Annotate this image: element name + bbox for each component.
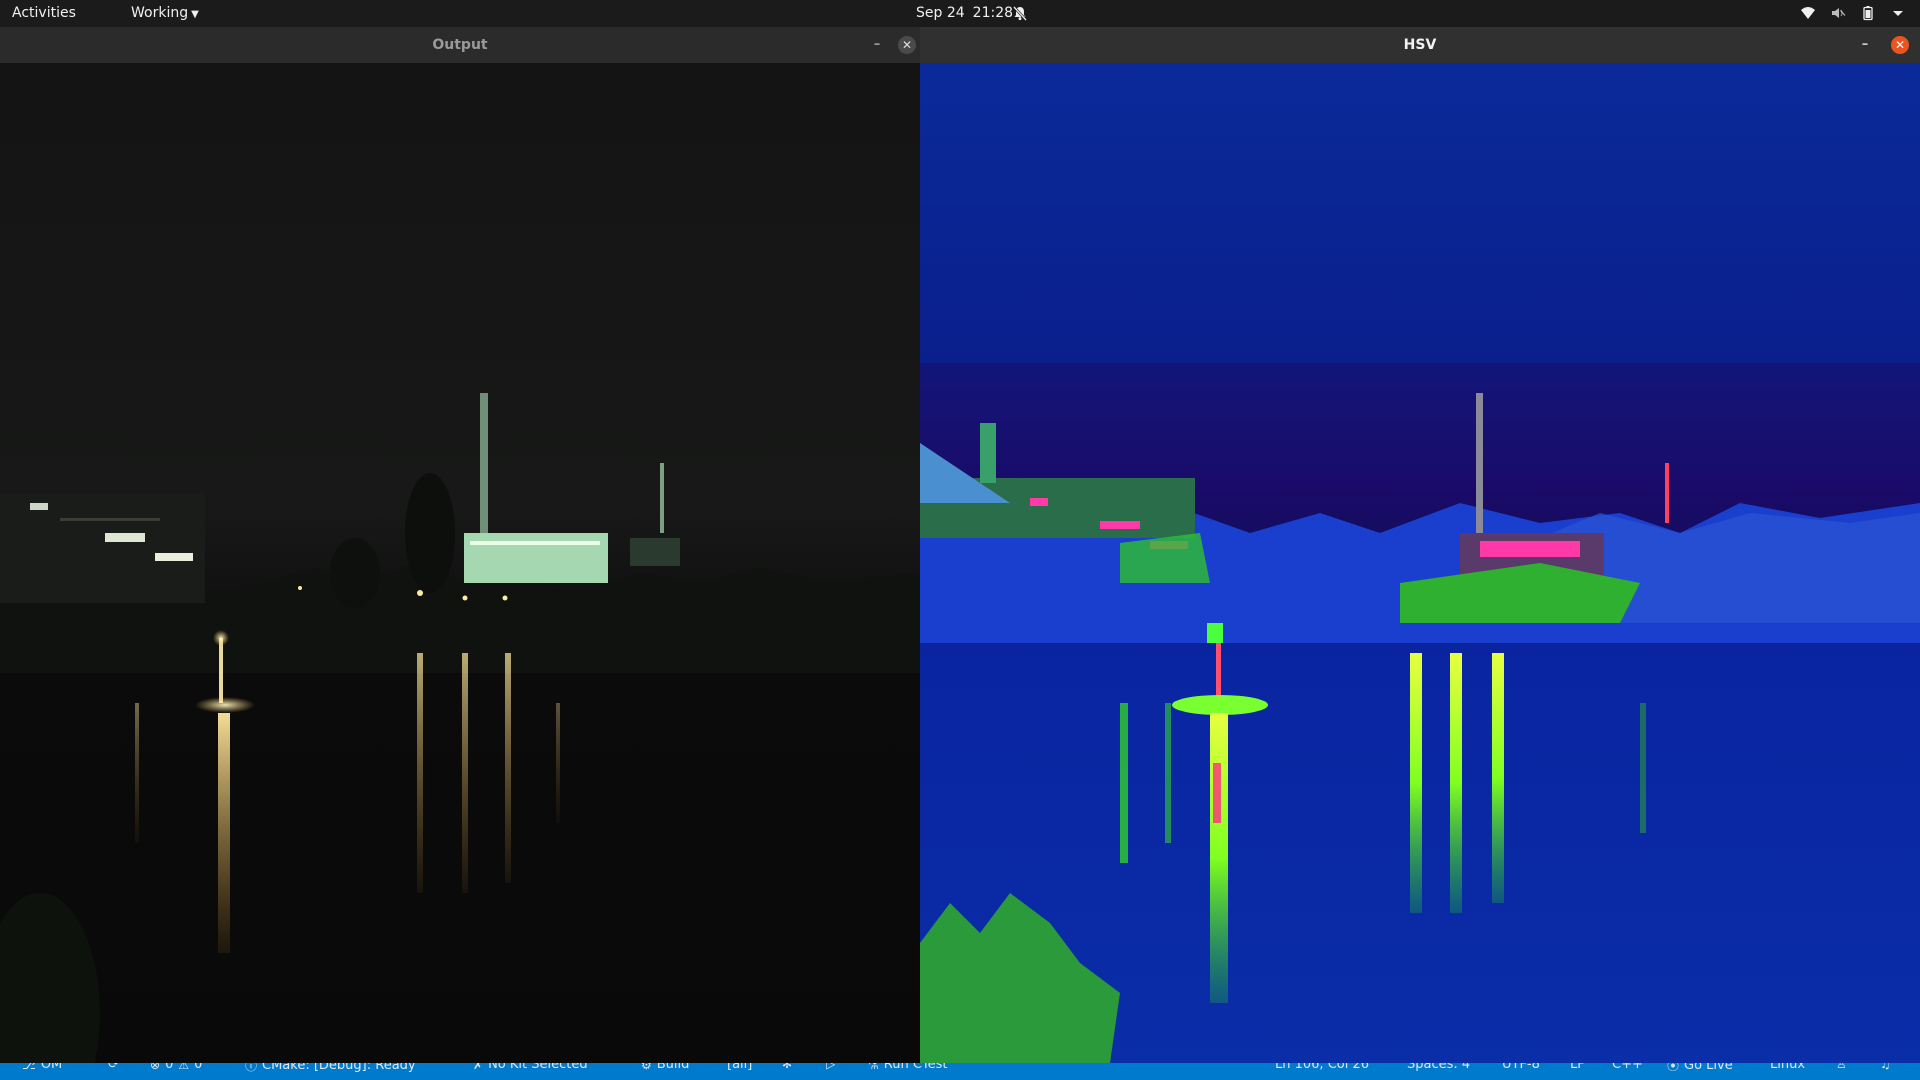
system-tray[interactable] — [1800, 5, 1906, 21]
branch-item[interactable]: ⎇ OM — [22, 1063, 62, 1072]
sync-icon: ⟳ — [108, 1063, 119, 1072]
gear-icon: ⚙ — [641, 1063, 652, 1072]
run-ctest-label: Run CTest — [883, 1063, 948, 1072]
app-menu-label: Working — [131, 5, 189, 21]
cursor-position[interactable]: Ln 106, Col 26 — [1275, 1063, 1369, 1072]
activities-button[interactable]: Activities — [12, 5, 76, 21]
close-button[interactable]: ✕ — [1891, 36, 1909, 54]
problems-item[interactable]: ⊗ 0 ⚠ 0 — [150, 1063, 202, 1072]
sync-item[interactable]: ⟳ — [108, 1063, 119, 1072]
volume-icon[interactable] — [1830, 5, 1846, 21]
build-button[interactable]: ⚙ Build — [641, 1063, 689, 1072]
window-title: HSV — [1403, 37, 1437, 53]
build-label: Build — [656, 1063, 690, 1072]
hsv-titlebar[interactable]: HSV – ✕ — [920, 27, 1920, 63]
clock-time: 21:28 — [972, 5, 1014, 21]
top-bar: Activities Working ▼ Sep 24 21:28 — [0, 0, 1920, 27]
output-window[interactable]: Output – ✕ — [0, 27, 920, 1063]
error-count: 0 — [165, 1063, 174, 1072]
output-titlebar[interactable]: Output – ✕ — [0, 27, 920, 63]
build-target-item[interactable]: [all] — [727, 1063, 752, 1072]
branch-label: OM — [40, 1063, 63, 1072]
tools-icon: ✗ — [473, 1063, 484, 1072]
warning-icon: ⚠ — [178, 1063, 190, 1072]
broadcast-icon: ⦿ — [1667, 1063, 1680, 1073]
git-branch-icon: ⎇ — [22, 1063, 36, 1072]
build-target-label: [all] — [727, 1063, 753, 1072]
cmake-status-item[interactable]: ⓘ CMake: [Debug]: Ready — [245, 1063, 416, 1074]
status-bar: ⎇ OM ⟳ ⊗ 0 ⚠ 0 ⓘ CMake: [Debug]: Ready ✗… — [0, 1063, 1920, 1080]
hsv-image — [920, 63, 1920, 1063]
bell-icon: ♫ — [1880, 1063, 1891, 1071]
go-live-label: Go Live — [1684, 1063, 1733, 1073]
system-menu-icon[interactable] — [1890, 5, 1906, 21]
minimize-button[interactable]: – — [1858, 38, 1872, 52]
chevron-down-icon: ▼ — [191, 9, 199, 20]
output-image — [0, 63, 920, 1063]
indentation-item[interactable]: Spaces: 4 — [1407, 1063, 1470, 1072]
notifications-muted-icon — [1012, 5, 1028, 21]
language-label: C++ — [1612, 1063, 1643, 1072]
info-icon: ⓘ — [245, 1063, 258, 1073]
minimize-button[interactable]: – — [870, 38, 884, 52]
error-icon: ⊗ — [150, 1063, 161, 1072]
debug-button[interactable]: ✻ — [782, 1063, 792, 1071]
bug-icon: ✻ — [782, 1063, 793, 1071]
battery-icon[interactable] — [1860, 5, 1876, 21]
go-live-button[interactable]: ⦿ Go Live — [1667, 1063, 1733, 1074]
kit-label: No Kit Selected — [488, 1063, 588, 1072]
close-button[interactable]: ✕ — [898, 36, 916, 54]
spaces-label: Spaces: 4 — [1407, 1063, 1471, 1072]
play-icon: ▷ — [826, 1063, 836, 1071]
kit-item[interactable]: ✗ No Kit Selected — [473, 1063, 588, 1072]
app-menu[interactable]: Working ▼ — [131, 5, 199, 21]
flask-icon: ⚗ — [868, 1063, 879, 1072]
encoding-label: UTF-8 — [1502, 1063, 1540, 1072]
language-item[interactable]: C++ — [1612, 1063, 1643, 1072]
run-ctest-button[interactable]: ⚗ Run CTest — [868, 1063, 948, 1072]
run-button[interactable]: ▷ — [826, 1063, 835, 1071]
hsv-window[interactable]: HSV – ✕ — [920, 27, 1920, 1063]
eol-label: LF — [1570, 1063, 1585, 1072]
encoding-item[interactable]: UTF-8 — [1502, 1063, 1540, 1072]
wifi-icon[interactable] — [1800, 5, 1816, 21]
os-item[interactable]: Linux — [1770, 1063, 1805, 1072]
notifications-button[interactable]: ♫ — [1880, 1063, 1891, 1071]
cmake-status-label: CMake: [Debug]: Ready — [262, 1063, 416, 1073]
os-label: Linux — [1770, 1063, 1806, 1072]
warning-count: 0 — [194, 1063, 203, 1072]
feedback-button[interactable]: ♙ — [1836, 1063, 1847, 1071]
clock-date: Sep 24 — [916, 5, 965, 21]
eol-item[interactable]: LF — [1570, 1063, 1585, 1072]
person-icon: ♙ — [1836, 1063, 1847, 1071]
cursor-label: Ln 106, Col 26 — [1275, 1063, 1370, 1072]
window-title: Output — [432, 37, 488, 53]
clock[interactable]: Sep 24 21:28 — [916, 5, 1013, 21]
